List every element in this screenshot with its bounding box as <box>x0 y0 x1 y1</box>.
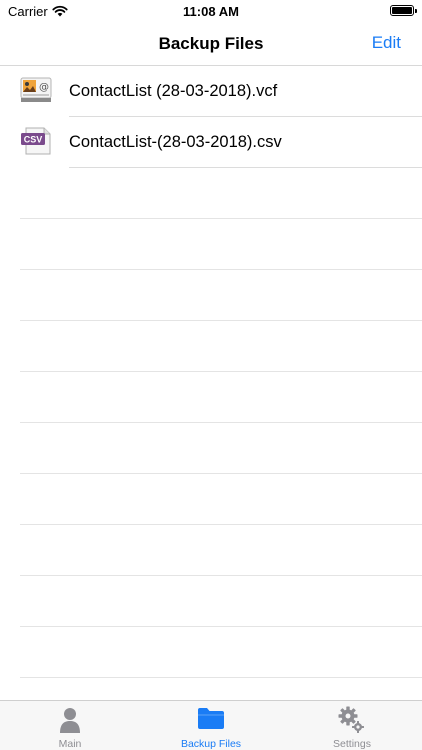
csv-badge-text: CSV <box>24 135 43 145</box>
csv-file-icon: CSV <box>20 127 52 155</box>
file-row[interactable]: CSV ContactList-(28-03-2018).csv <box>0 117 422 168</box>
vcard-file-icon: @ <box>20 76 52 104</box>
empty-row-divider <box>20 269 422 270</box>
tab-label: Backup Files <box>180 738 242 750</box>
empty-row-divider <box>20 524 422 525</box>
page-title: Backup Files <box>158 34 264 53</box>
navigation-bar: Backup Files Edit <box>0 22 422 66</box>
empty-row-divider <box>20 626 422 627</box>
edit-button[interactable]: Edit <box>372 33 401 53</box>
file-row[interactable]: @ ContactList (28-03-2018).vcf <box>0 66 422 117</box>
status-bar: Carrier 11:08 AM <box>0 0 422 22</box>
tab-bar: Main Backup Files Settings <box>0 700 422 750</box>
empty-row-divider <box>20 320 422 321</box>
empty-row-divider <box>20 677 422 678</box>
empty-row-divider <box>20 575 422 576</box>
tab-settings[interactable]: Settings <box>282 701 422 750</box>
svg-text:@: @ <box>39 82 49 93</box>
file-name: ContactList (28-03-2018).vcf <box>69 82 278 100</box>
tab-label: Settings <box>333 738 371 750</box>
clock: 11:08 AM <box>183 4 239 19</box>
tab-label: Main <box>58 738 82 750</box>
person-icon <box>59 706 81 739</box>
battery-icon <box>390 5 417 16</box>
empty-row-divider <box>20 218 422 219</box>
empty-row-divider <box>20 371 422 372</box>
row-divider <box>69 167 422 168</box>
folder-icon <box>197 706 225 735</box>
tab-main[interactable]: Main <box>0 701 140 750</box>
gears-icon <box>338 706 366 739</box>
empty-row-divider <box>20 473 422 474</box>
file-name: ContactList-(28-03-2018).csv <box>69 133 282 151</box>
empty-row-divider <box>20 422 422 423</box>
backup-file-list: @ ContactList (28-03-2018).vcf CSV Conta… <box>0 66 422 168</box>
tab-backup-files[interactable]: Backup Files <box>141 701 281 750</box>
